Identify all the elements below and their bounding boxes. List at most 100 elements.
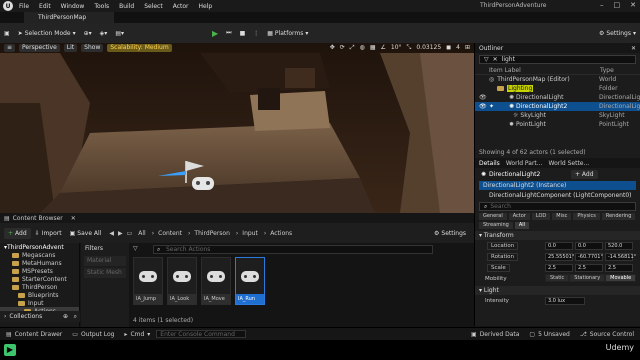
close-icon[interactable]: ✕ [630,1,636,9]
source-control-button[interactable]: ⎇ Source Control [580,331,634,338]
unreal-logo-icon[interactable]: U [3,1,13,11]
tab-details[interactable]: Details [479,160,500,167]
step-icon[interactable]: ⏭ [222,27,235,39]
filter-icon[interactable]: ▽ [484,56,489,63]
location-x[interactable]: 0.0 [545,241,573,250]
close-icon[interactable]: ✕ [631,45,636,52]
menu-tools[interactable]: Tools [94,3,109,10]
filter-streaming[interactable]: Streaming [479,222,513,229]
rotation-y[interactable]: -60.7701° [575,252,603,261]
filter-misc[interactable]: Misc [552,213,572,220]
forward-icon[interactable]: ▶ [118,230,123,237]
menu-select[interactable]: Select [144,3,163,10]
platforms-button[interactable]: ▦ Platforms ▾ [263,27,312,39]
location-label[interactable]: Location [487,241,519,250]
world-local-icon[interactable]: ◍ [360,44,365,52]
transform-section[interactable]: ▾ Transform [475,231,640,240]
save-icon[interactable]: ▣ [0,27,14,39]
filter-rendering[interactable]: Rendering [601,213,636,220]
outliner-row-point-light[interactable]: ✹ PointLight PointLight [475,120,640,129]
derived-data-button[interactable]: ▣ Derived Data [471,331,519,338]
asset-ia-look[interactable]: IA_Look [167,257,197,305]
close-icon[interactable]: ✕ [71,215,76,222]
light-section[interactable]: ▾ Light [475,286,640,295]
tab-world-partition[interactable]: World Part... [506,160,543,167]
outliner-row-lighting-folder[interactable]: Lighting Folder [475,84,640,93]
menu-actor[interactable]: Actor [173,3,189,10]
filter-icon[interactable]: ▽ [133,245,138,252]
outliner-row-directional-light[interactable]: 👁✺DirectionalLightDirectionalLight [475,93,640,102]
menu-build[interactable]: Build [119,3,134,10]
scale-icon[interactable]: ⤢ [350,44,355,52]
menu-help[interactable]: Help [199,3,213,10]
menu-file[interactable]: File [19,3,29,10]
add-component-button[interactable]: + Add [571,170,598,179]
outliner-row-directional-light-2[interactable]: 👁✦ ✺DirectionalLight2 DirectionalLight [475,102,640,111]
cinematics-icon[interactable]: ▤▾ [111,27,128,39]
details-search-input[interactable]: ⌕ Search [479,202,636,211]
unsaved-button[interactable]: ▢ 5 Unsaved [529,331,569,338]
add-content-icon[interactable]: ⊕▾ [80,27,96,39]
breadcrumb-content[interactable]: Content [158,230,182,237]
minimize-icon[interactable]: – [600,1,604,9]
pin-icon[interactable]: ✦ [489,103,494,110]
content-drawer-button[interactable]: ▤ Content Drawer [6,331,62,338]
actor-name-field[interactable]: DirectionalLight2 [489,171,540,178]
breadcrumb-input[interactable]: Input [242,230,258,237]
import-button[interactable]: ⇩ Import [31,228,66,239]
play-icon[interactable]: ▶ [208,27,222,39]
snap-grid-icon[interactable]: ▦ [370,44,376,52]
folder-mspresets[interactable]: MSPresets [0,267,79,275]
play-video-icon[interactable]: ▶ [4,344,16,356]
eye-icon[interactable]: 👁 [479,103,487,110]
folder-thirdperson[interactable]: ThirdPerson [0,283,79,291]
outliner-row-world[interactable]: ◎ ThirdPersonMap (Editor) World [475,75,640,84]
outliner-search-input[interactable]: ▽ ✕ light [479,55,636,64]
asset-ia-run[interactable]: IA_Run [235,257,265,305]
search-icon[interactable]: ⌕ [74,313,77,321]
level-viewport[interactable]: ≡ Perspective Lit Show Scalability: Medi… [0,43,474,213]
rotation-label[interactable]: Rotation [487,252,519,261]
snap-rotation-icon[interactable]: ∠ [381,44,386,52]
play-options-icon[interactable]: ⋮ [249,27,263,39]
translate-icon[interactable]: ✥ [330,44,335,52]
folder-blueprints[interactable]: Blueprints [0,291,79,299]
settings-button[interactable]: ⚙ Settings ▾ [595,27,640,39]
perspective-button[interactable]: Perspective [19,44,60,52]
stop-icon[interactable]: ■ [236,27,250,39]
scale-label[interactable]: Scale [487,263,510,272]
menu-window[interactable]: Window [61,3,85,10]
menu-edit[interactable]: Edit [39,3,51,10]
project-root[interactable]: ▾ ThirdPersonAdvent [0,243,79,251]
breadcrumb-thirdperson[interactable]: ThirdPerson [194,230,229,237]
breadcrumb-all[interactable]: All [138,230,145,237]
maximize-icon[interactable]: □ [614,1,621,9]
outliner-row-sky-light[interactable]: ☼ SkyLight SkyLight [475,111,640,120]
cmd-dropdown[interactable]: ▸ Cmd ▾ [124,331,150,338]
mobility-static[interactable]: Static [545,274,570,282]
asset-search-input[interactable]: Search Actions [153,245,433,254]
filter-all[interactable]: All [514,222,530,229]
rotation-z[interactable]: -14.56811° [605,252,636,261]
filter-physics[interactable]: Physics [573,213,600,220]
clear-search-icon[interactable]: ✕ [493,56,498,63]
back-icon[interactable]: ◀ [109,230,114,237]
console-input[interactable]: Enter Console Command [156,330,247,338]
asset-ia-jump[interactable]: IA_Jump [133,257,163,305]
filter-actor[interactable]: Actor [508,213,530,220]
camera-speed-icon[interactable]: ◼ [446,44,451,52]
folder-startercontent[interactable]: StarterContent [0,275,79,283]
scale-x[interactable]: 2.5 [545,263,573,272]
save-all-button[interactable]: ▣ Save All [66,228,106,239]
location-y[interactable]: 0.0 [575,241,603,250]
rotation-x[interactable]: 25.55501° [545,252,574,261]
filter-material[interactable]: Material [84,256,126,266]
rotate-icon[interactable]: ⟳ [340,44,345,52]
collections-header[interactable]: › Collections ⊕ ⌕ [0,311,80,322]
show-button[interactable]: Show [81,44,104,52]
mobility-stationary[interactable]: Stationary [569,274,606,282]
tab-third-person-map[interactable]: ThirdPersonMap [24,12,114,23]
scalability-warning[interactable]: Scalability: Medium [107,44,172,52]
scale-y[interactable]: 2.5 [575,263,603,272]
filter-lod[interactable]: LOD [531,213,551,220]
